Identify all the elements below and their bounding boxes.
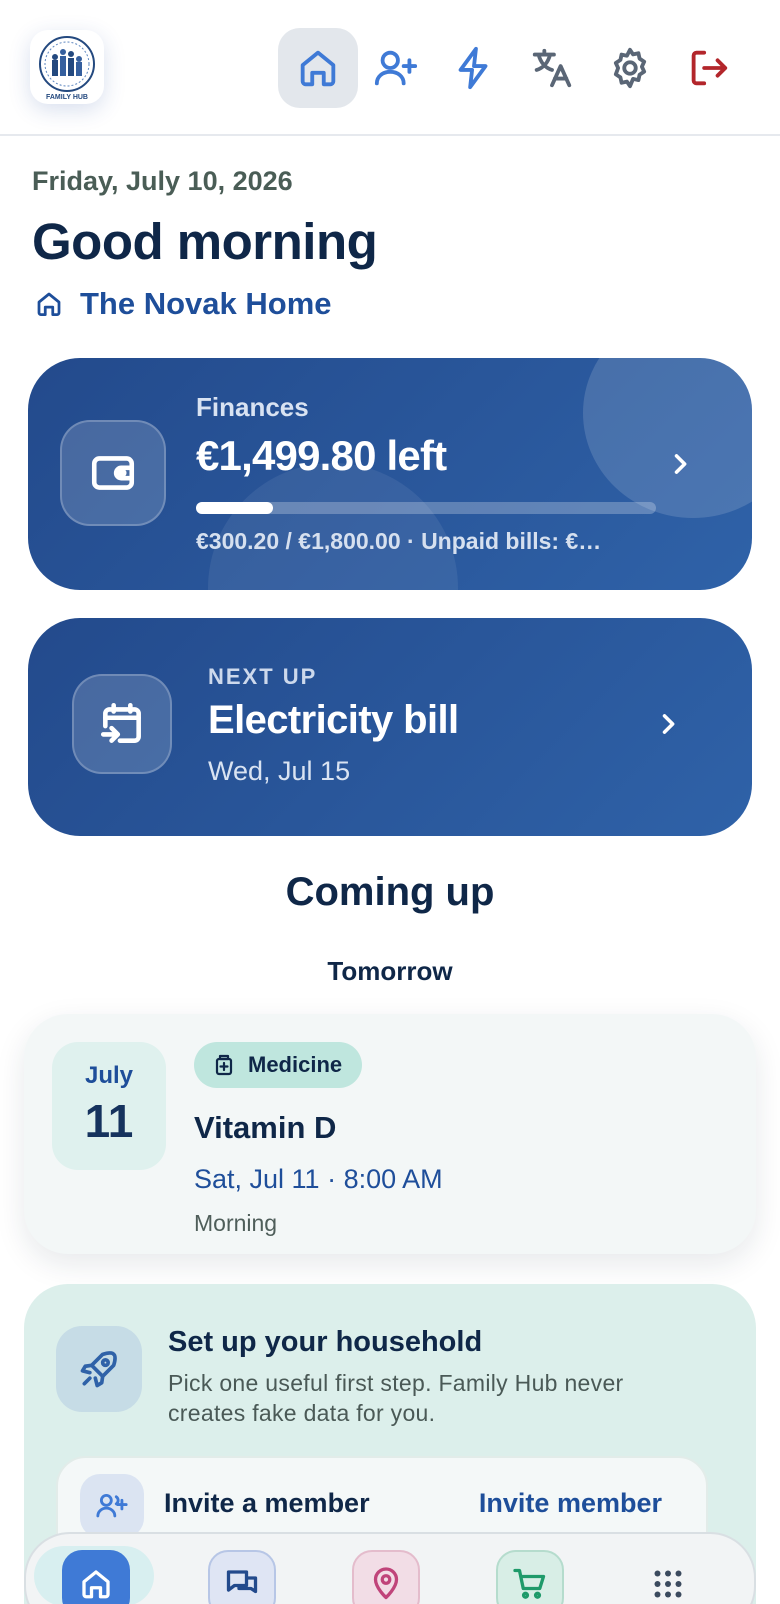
coming-up-heading: Coming up [285, 870, 495, 914]
medicine-icon [215, 1054, 233, 1076]
family-hub-logo[interactable]: FAMILY HUB [30, 30, 104, 104]
top-bar: FAMILY HUB [0, 0, 780, 136]
event-datetime: Sat, Jul 11 · 8:00 AM [194, 1164, 443, 1194]
group-label-tomorrow: Tomorrow [327, 956, 453, 986]
next-up-date: Wed, Jul 15 [208, 756, 351, 786]
nav-home-button[interactable] [278, 28, 358, 108]
home-icon [300, 50, 336, 87]
home-icon [82, 1570, 110, 1599]
invite-icon-box [80, 1474, 144, 1538]
finances-amount: €1,499.80 left [196, 432, 447, 479]
next-up-card[interactable]: NEXT UP Electricity bill Wed, Jul 15 [28, 618, 752, 836]
lightning-icon [458, 46, 488, 90]
bottom-nav-more[interactable] [634, 1550, 702, 1604]
next-up-label: NEXT UP [208, 664, 318, 689]
finances-label: Finances [196, 392, 309, 422]
translate-icon [532, 48, 572, 88]
setup-description: Pick one useful first step. Family Hub n… [168, 1370, 624, 1426]
event-day: 11 [84, 1095, 134, 1147]
event-card[interactable]: July 11 Medicine Vitamin D Sat, Jul 11 ·… [24, 1014, 756, 1254]
setup-title: Set up your household [168, 1326, 483, 1358]
finances-summary: €300.20 / €1,800.00 · Unpaid bills: €… [196, 528, 602, 554]
current-date: Friday, July 10, 2026 [32, 166, 293, 196]
home-icon [37, 292, 61, 316]
wallet-icon-box [60, 420, 166, 526]
decor-circle [208, 463, 458, 590]
event-month: July [84, 1062, 134, 1089]
user-plus-icon [96, 1493, 128, 1518]
gear-icon [613, 47, 647, 89]
event-category-tag: Medicine [194, 1042, 363, 1088]
rocket-icon-box [56, 1326, 142, 1412]
nav-logout-button[interactable] [668, 28, 748, 108]
event-category-label: Medicine [248, 1052, 343, 1077]
logout-icon [691, 50, 728, 86]
nav-language-button[interactable] [512, 28, 592, 108]
chevron-right-icon [674, 454, 687, 474]
greeting-title: Good morning [32, 213, 378, 270]
bottom-navigation [24, 1532, 756, 1604]
map-pin-icon [373, 1567, 399, 1600]
budget-progress-fill [196, 502, 273, 514]
invite-member-button[interactable]: Invite member [479, 1488, 662, 1519]
chat-icon [226, 1570, 258, 1594]
nav-quick-actions-button[interactable] [434, 28, 514, 108]
event-note: Morning [194, 1210, 278, 1236]
nav-add-member-button[interactable] [356, 28, 436, 108]
calendar-icon-box [72, 674, 172, 774]
bottom-nav-chat[interactable] [208, 1550, 276, 1604]
invite-label: Invite a member [164, 1488, 370, 1518]
finances-card[interactable]: Finances €1,499.80 left €300.20 / €1,800… [28, 358, 752, 590]
bottom-nav-shopping[interactable] [496, 1550, 564, 1604]
budget-progress-bar [196, 502, 656, 514]
cart-icon [513, 1568, 546, 1599]
grid-icon [654, 1570, 682, 1598]
bottom-nav-home[interactable] [62, 1550, 130, 1604]
home-name: The Novak Home [80, 286, 332, 321]
bottom-nav-places[interactable] [352, 1550, 420, 1604]
user-plus-icon [374, 50, 418, 86]
decor-circle [583, 358, 752, 518]
event-title: Vitamin D [194, 1110, 337, 1145]
rocket-icon [80, 1351, 117, 1388]
logo-text: FAMILY HUB [46, 94, 88, 101]
home-link[interactable]: The Novak Home [34, 286, 332, 322]
chevron-right-icon [662, 714, 675, 734]
calendar-arrow-icon [100, 702, 141, 743]
nav-settings-button[interactable] [590, 28, 670, 108]
next-up-title: Electricity bill [208, 698, 459, 742]
event-date-box: July 11 [52, 1042, 166, 1170]
wallet-icon [91, 456, 135, 490]
